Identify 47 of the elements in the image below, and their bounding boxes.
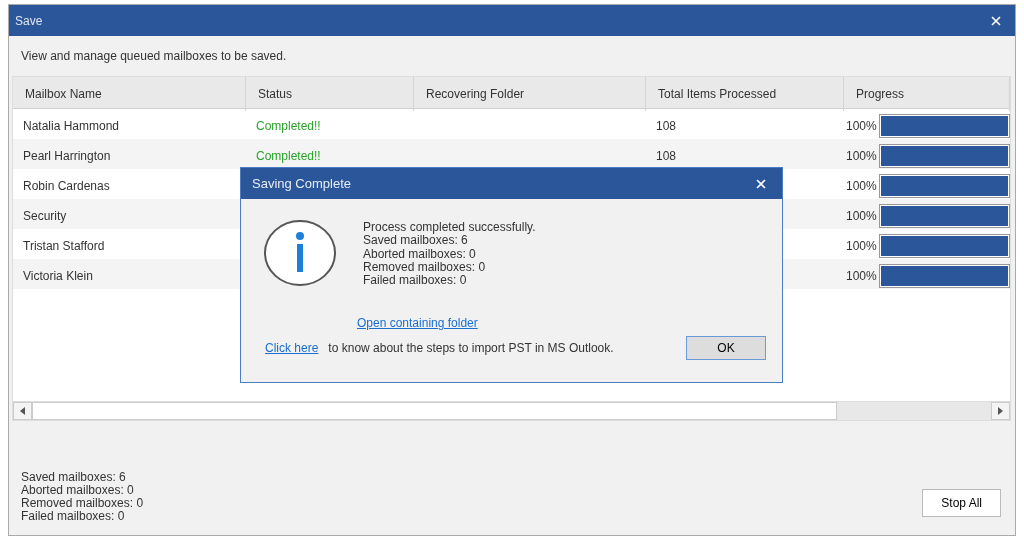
dialog-message-line: Saved mailboxes: 6 (363, 234, 469, 248)
mailbox-name-cell-text: Natalia Hammond (22, 118, 121, 135)
progress-percent: 100% (846, 208, 877, 225)
scroll-left-button[interactable] (13, 402, 32, 420)
mailbox-name-cell-text: Security (22, 208, 68, 225)
dialog-title: Saving Complete (252, 174, 351, 193)
close-icon (991, 16, 1001, 27)
progress-percent: 100% (846, 268, 877, 285)
status-cell-text: Completed!! (255, 148, 322, 165)
scroll-right-button[interactable] (991, 402, 1010, 420)
stop-all-button[interactable]: Stop All (922, 489, 1001, 517)
dialog-message-line: Aborted mailboxes: 0 (363, 247, 477, 261)
summary-line: Aborted mailboxes: 0 (21, 484, 135, 497)
summary-line: Failed mailboxes: 0 (21, 510, 126, 523)
ok-button[interactable]: OK (686, 336, 766, 361)
scroll-thumb[interactable] (32, 402, 837, 420)
dialog-message-line: Removed mailboxes: 0 (363, 260, 487, 275)
progress-percent: 100% (846, 238, 877, 255)
mailbox-name-cell-text: Pearl Harrington (22, 148, 112, 165)
mailbox-name-cell-text: Victoria Klein (22, 268, 94, 285)
click-here-link[interactable]: Click here (265, 339, 319, 358)
dialog-message-line: Process completed successfully. (363, 221, 536, 235)
description-text: View and manage queued mailboxes to be saved. (20, 48, 288, 65)
column-header[interactable]: Recovering Folder (414, 77, 646, 111)
dialog-message-line: Failed mailboxes: 0 (363, 274, 468, 288)
mailbox-name-cell-text: Tristan Stafford (22, 238, 106, 255)
progress-percent: 100% (846, 148, 877, 165)
left-arrow-icon (20, 407, 25, 415)
column-header[interactable]: Total Items Processed (646, 77, 844, 111)
help-text: to know about the steps to import PST in MS Outlook. (328, 340, 614, 358)
progress-percent: 100% (846, 118, 877, 135)
summary-line: Removed mailboxes: 0 (21, 497, 144, 510)
column-header[interactable]: Mailbox Name (13, 77, 246, 111)
progress-percent: 100% (846, 178, 877, 195)
info-icon (263, 219, 337, 287)
summary-line: Saved mailboxes: 6 (21, 471, 127, 484)
right-arrow-icon (998, 407, 1003, 415)
items-cell-text: 108 (655, 118, 678, 135)
close-icon (756, 179, 766, 190)
mailbox-name-cell-text: Robin Cardenas (22, 178, 111, 195)
column-header[interactable]: Status (246, 77, 414, 111)
horizontal-scrollbar[interactable] (13, 401, 1010, 420)
open-folder-link[interactable]: Open containing folder (357, 316, 478, 331)
column-header[interactable]: Progress (844, 77, 1010, 111)
status-cell-text: Completed!! (255, 118, 322, 135)
window-title: Save (15, 12, 43, 30)
items-cell-text: 108 (655, 148, 678, 165)
